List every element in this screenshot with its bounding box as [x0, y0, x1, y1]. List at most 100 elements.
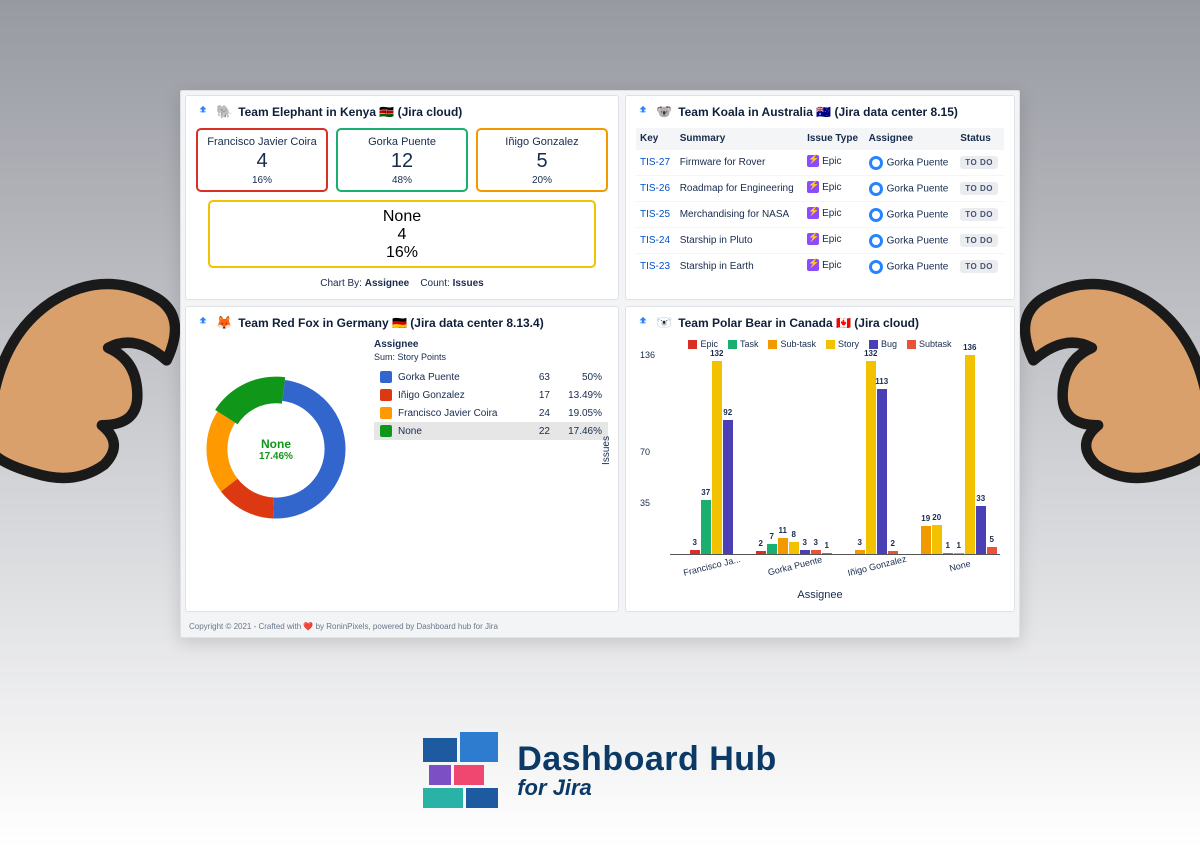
- legend-name: Gorka Puente: [398, 372, 518, 383]
- col-summary[interactable]: Summary: [676, 128, 803, 150]
- issue-type: Epic: [807, 207, 841, 219]
- bar[interactable]: 132: [866, 361, 876, 554]
- bar[interactable]: 3: [855, 550, 865, 554]
- legend-item[interactable]: Subtask: [907, 339, 952, 349]
- elephant-icon: 🐘: [216, 104, 232, 120]
- issue-type: Epic: [807, 259, 841, 271]
- status-badge: TO DO: [960, 182, 998, 195]
- bar-value-label: 33: [976, 494, 985, 503]
- status-badge: TO DO: [960, 234, 998, 247]
- bar[interactable]: 136: [965, 355, 975, 554]
- bar-value-label: 3: [693, 538, 697, 547]
- legend-item[interactable]: Epic: [688, 339, 718, 349]
- panel-title: Team Red Fox in Germany 🇩🇪 (Jira data ce…: [238, 316, 544, 330]
- stat-card[interactable]: Gorka Puente 12 48%: [336, 128, 468, 192]
- stat-card-pct: 20%: [482, 175, 602, 186]
- issue-key-link[interactable]: TIS-23: [640, 261, 670, 272]
- issue-assignee: Gorka Puente: [865, 150, 957, 176]
- donut-chart[interactable]: None 17.46%: [196, 369, 356, 529]
- issue-type: Epic: [807, 233, 841, 245]
- legend-row[interactable]: Francisco Javier Coira2419.05%: [374, 404, 608, 422]
- donut-center-pct: 17.46%: [259, 451, 293, 462]
- stat-card-name: Gorka Puente: [342, 136, 462, 148]
- stat-card-name: None: [214, 208, 590, 226]
- avatar: [869, 234, 883, 248]
- legend-row[interactable]: None2217.46%: [374, 422, 608, 440]
- bar[interactable]: 3: [690, 550, 700, 554]
- legend-name: Francisco Javier Coira: [398, 408, 518, 419]
- legend-row[interactable]: Gorka Puente6350%: [374, 368, 608, 386]
- legend-swatch: [380, 425, 392, 437]
- issue-key-link[interactable]: TIS-26: [640, 183, 670, 194]
- stat-card-value: 5: [482, 150, 602, 173]
- bar[interactable]: 33: [976, 506, 986, 554]
- issue-key-link[interactable]: TIS-24: [640, 235, 670, 246]
- legend-swatch: [380, 371, 392, 383]
- issue-summary: Firmware for Rover: [676, 150, 803, 176]
- stat-card[interactable]: Francisco Javier Coira416%: [196, 128, 328, 192]
- bar[interactable]: 92: [723, 420, 733, 555]
- issue-type: Epic: [807, 155, 841, 167]
- table-row[interactable]: TIS-25Merchandising for NASAEpicGorka Pu…: [636, 202, 1004, 228]
- stat-card-value: 12: [342, 150, 462, 173]
- product-title: Dashboard Hub: [517, 740, 777, 779]
- stat-card-none[interactable]: None 4 16%: [208, 200, 596, 268]
- stat-card-value: 4: [214, 226, 590, 244]
- issue-key-link[interactable]: TIS-27: [640, 157, 670, 168]
- table-row[interactable]: TIS-27 Firmware for Rover Epic Gorka Puente…: [636, 150, 1004, 176]
- jira-icon: [636, 316, 650, 330]
- stat-card[interactable]: Iñigo Gonzalez520%: [476, 128, 608, 192]
- issue-key-link[interactable]: TIS-25: [640, 209, 670, 220]
- bar[interactable]: 20: [932, 525, 942, 554]
- bar[interactable]: 11: [778, 538, 788, 554]
- stat-card-pct: 48%: [342, 175, 462, 186]
- bar[interactable]: 37: [701, 500, 711, 554]
- epic-icon: [807, 181, 819, 193]
- table-row[interactable]: TIS-26Roadmap for EngineeringEpicGorka P…: [636, 176, 1004, 202]
- legend-value: 24: [524, 408, 550, 419]
- bar-value-label: 136: [963, 343, 976, 352]
- legend-item[interactable]: Sub-task: [768, 339, 816, 349]
- bar[interactable]: 8: [789, 542, 799, 554]
- donut-center-label: None: [261, 437, 291, 451]
- col-status[interactable]: Status: [956, 128, 1004, 150]
- status-badge: TO DO: [960, 156, 998, 169]
- jira-icon: [196, 105, 210, 119]
- chart-by-caption: Chart By: Assignee Count: Issues: [196, 278, 608, 289]
- legend-item[interactable]: Story: [826, 339, 859, 349]
- table-row[interactable]: TIS-24Starship in PlutoEpicGorka PuenteT…: [636, 228, 1004, 254]
- legend-swatch: [826, 340, 835, 349]
- legend-name: Iñigo Gonzalez: [398, 390, 518, 401]
- legend-value: 63: [524, 372, 550, 383]
- legend-value: 17: [524, 390, 550, 401]
- dashboard-container: 🐘 Team Elephant in Kenya 🇰🇪 (Jira cloud)…: [180, 90, 1020, 638]
- bar[interactable]: 19: [921, 526, 931, 554]
- bar[interactable]: 2: [756, 551, 766, 554]
- issue-assignee: Gorka Puente: [865, 254, 957, 280]
- bar-chart[interactable]: 3570136337132922711833131321132192011136…: [670, 355, 1000, 555]
- issue-summary: Roadmap for Engineering: [676, 176, 803, 202]
- avatar: [869, 156, 883, 170]
- bar[interactable]: 1: [943, 553, 953, 554]
- table-row[interactable]: TIS-23Starship in EarthEpicGorka PuenteT…: [636, 254, 1004, 280]
- col-assignee[interactable]: Assignee: [865, 128, 957, 150]
- epic-icon: [807, 233, 819, 245]
- bar[interactable]: 7: [767, 544, 777, 554]
- bar-value-label: 19: [921, 514, 930, 523]
- legend-item[interactable]: Bug: [869, 339, 897, 349]
- bar-value-label: 7: [770, 532, 774, 541]
- bar[interactable]: 132: [712, 361, 722, 554]
- jira-icon: [636, 105, 650, 119]
- avatar: [869, 182, 883, 196]
- col-type[interactable]: Issue Type: [803, 128, 865, 150]
- legend-item[interactable]: Task: [728, 339, 759, 349]
- bar-value-label: 3: [803, 538, 807, 547]
- legend-swatch: [380, 407, 392, 419]
- bar[interactable]: 113: [877, 389, 887, 554]
- bar-group: 33713292: [670, 355, 753, 554]
- issue-summary: Starship in Pluto: [676, 228, 803, 254]
- panel-title: Team Polar Bear in Canada 🇨🇦 (Jira cloud…: [678, 316, 919, 330]
- col-key[interactable]: Key: [636, 128, 676, 150]
- legend-row[interactable]: Iñigo Gonzalez1713.49%: [374, 386, 608, 404]
- bar-value-label: 20: [932, 513, 941, 522]
